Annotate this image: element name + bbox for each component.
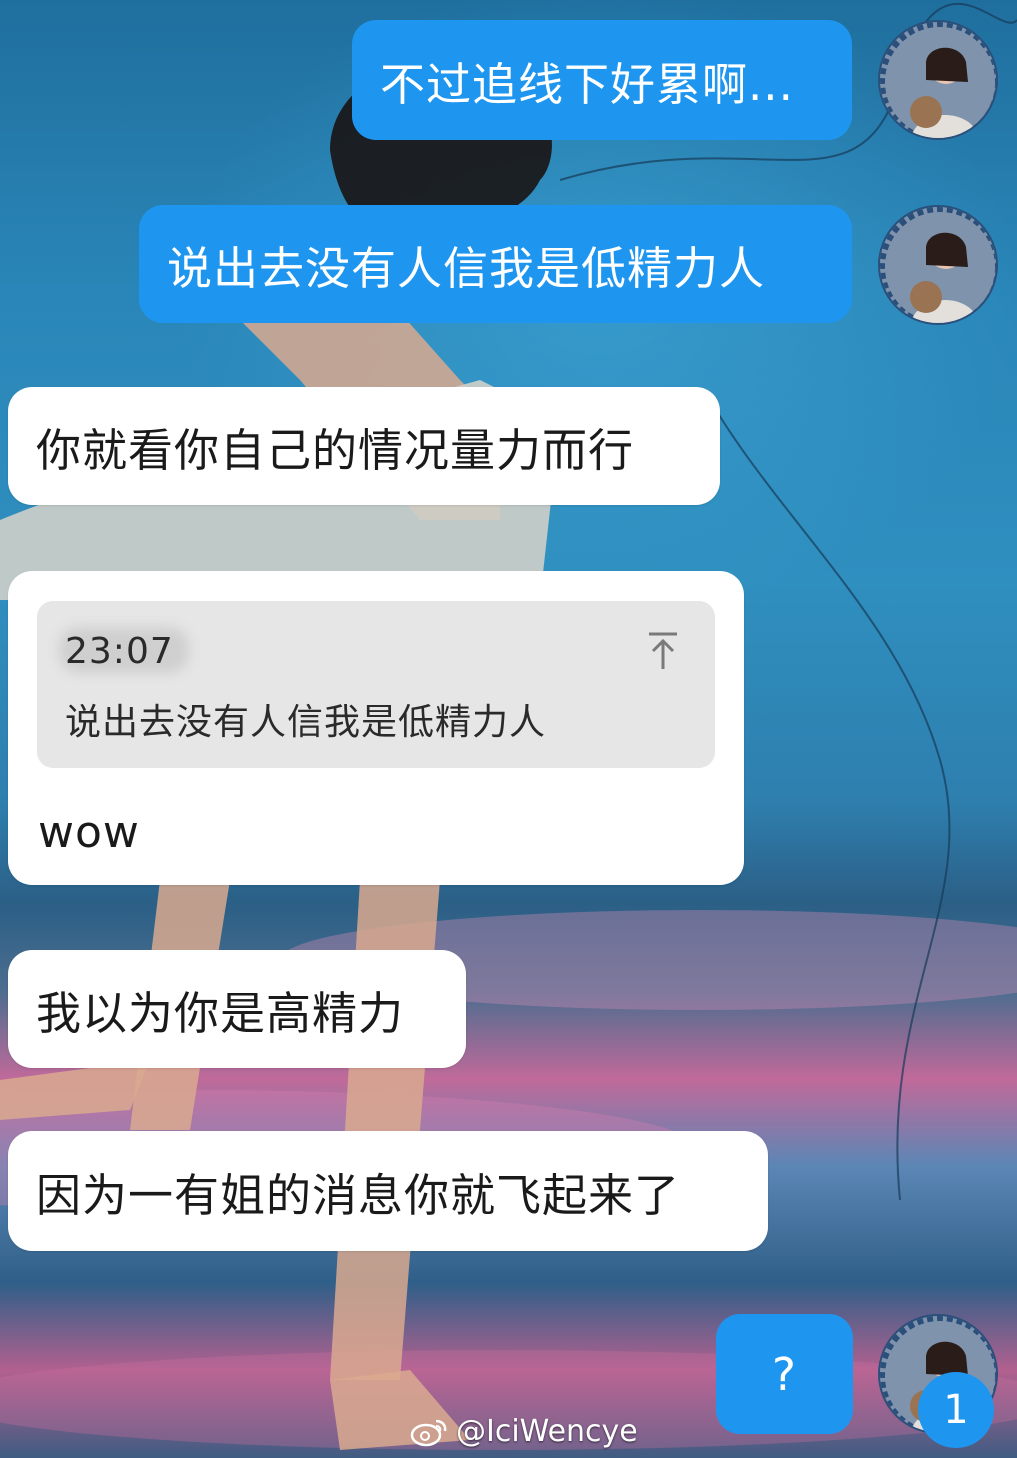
message-bubble-incoming[interactable]: 因为一有姐的消息你就飞起来了	[8, 1131, 768, 1251]
weibo-logo-icon	[410, 1419, 447, 1446]
message-bubble-incoming[interactable]: 我以为你是高精力	[8, 950, 466, 1068]
message-text: 我以为你是高精力	[36, 986, 405, 1040]
message-text: ?	[772, 1347, 797, 1401]
message-text: 你就看你自己的情况量力而行	[36, 423, 635, 477]
watermark: @IciWencye	[410, 1414, 638, 1449]
message-bubble-outgoing[interactable]: ?	[716, 1314, 853, 1434]
user-avatar[interactable]	[878, 20, 998, 140]
quoted-message-text: 说出去没有人信我是低精力人	[65, 702, 547, 743]
message-text: wow	[38, 807, 140, 858]
quoted-message-card[interactable]: 23:07 说出去没有人信我是低精力人	[37, 601, 715, 768]
message-text: 因为一有姐的消息你就飞起来了	[36, 1168, 681, 1222]
message-bubble-outgoing[interactable]: 说出去没有人信我是低精力人	[139, 205, 852, 323]
message-bubble-outgoing[interactable]: 不过追线下好累啊...	[352, 20, 852, 140]
message-text: 不过追线下好累啊...	[380, 57, 794, 111]
message-text: 说出去没有人信我是低精力人	[167, 241, 766, 295]
user-avatar[interactable]	[878, 205, 998, 325]
avatar-user-icon	[880, 22, 996, 138]
quoted-message-time: 23:07	[65, 631, 174, 672]
avatar-user-icon	[880, 207, 996, 323]
unread-count: 1	[943, 1387, 969, 1433]
watermark-handle: @IciWencye	[456, 1414, 638, 1449]
message-bubble-incoming[interactable]: 你就看你自己的情况量力而行	[8, 387, 720, 505]
jump-to-quote-icon[interactable]	[647, 631, 679, 671]
unread-count-badge[interactable]: 1	[918, 1372, 994, 1448]
message-bubble-incoming-with-quote[interactable]: 23:07 说出去没有人信我是低精力人 wow	[8, 571, 744, 885]
